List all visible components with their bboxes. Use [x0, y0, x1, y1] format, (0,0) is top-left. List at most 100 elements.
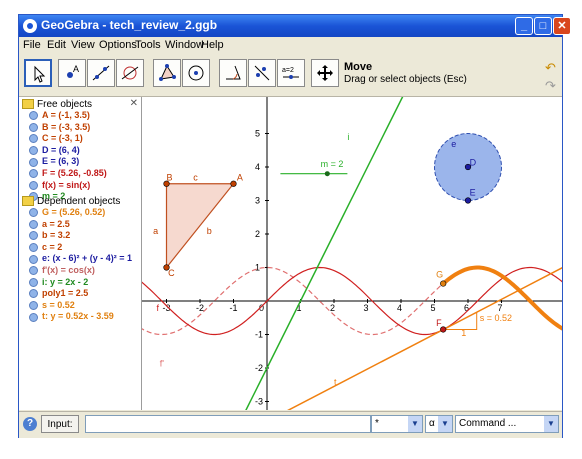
- free-objects-folder[interactable]: Free objects: [22, 99, 92, 110]
- algebra-item[interactable]: e: (x - 6)² + (y - 4)² = 1: [29, 253, 132, 264]
- visibility-toggle-icon[interactable]: [29, 266, 38, 276]
- circle-tool-button[interactable]: [182, 59, 210, 87]
- visibility-toggle-icon[interactable]: [29, 122, 38, 132]
- slider-icon: a=2: [282, 67, 299, 79]
- window-title: GeoGebra - tech_review_2.ggb: [41, 18, 218, 32]
- label-A: A: [237, 172, 243, 182]
- reflect-tool-button[interactable]: [248, 59, 276, 87]
- triangle-icon: [159, 64, 176, 81]
- active-tool-help: Drag or select objects (Esc): [344, 74, 467, 85]
- algebra-item[interactable]: A = (-1, 3.5): [29, 110, 90, 121]
- algebra-item-text: E = (6, 3): [42, 156, 80, 167]
- input-label-button[interactable]: Input:: [41, 415, 79, 433]
- menu-view[interactable]: View: [71, 39, 95, 51]
- algebra-view: ✕ Free objects A = (-1, 3.5) B = (-3, 3.5…: [19, 97, 142, 410]
- algebra-item[interactable]: s = 0.52: [29, 300, 75, 310]
- menu-edit[interactable]: Edit: [47, 39, 66, 51]
- dependent-objects-header: Dependent objects: [37, 196, 121, 207]
- move-arrows-icon: [317, 65, 333, 81]
- y-tick-label: 1: [255, 263, 260, 273]
- menu-window[interactable]: Window: [165, 39, 204, 51]
- move-view-tool-button[interactable]: [311, 59, 339, 87]
- algebra-item[interactable]: F = (5.26, -0.85): [29, 168, 107, 179]
- redo-icon[interactable]: ↷: [545, 78, 556, 94]
- x-tick-label: -1: [230, 303, 238, 313]
- input-field[interactable]: [85, 415, 371, 433]
- visibility-toggle-icon[interactable]: [29, 300, 38, 310]
- greek-combo[interactable]: α ▼: [425, 415, 453, 433]
- active-tool-title: Move: [344, 61, 373, 73]
- visibility-toggle-icon[interactable]: [29, 289, 38, 299]
- algebra-item[interactable]: B = (-3, 3.5): [29, 122, 90, 132]
- algebra-item[interactable]: t: y = 0.52x - 3.59: [29, 311, 114, 322]
- label-slope-s: s = 0.52: [480, 313, 512, 323]
- command-combo-value: Command ...: [459, 418, 517, 429]
- algebra-item[interactable]: C = (-3, 1): [29, 133, 83, 144]
- algebra-item[interactable]: D = (6, 4): [29, 145, 80, 155]
- visibility-toggle-icon[interactable]: [29, 145, 38, 155]
- label-fprime: f': [160, 358, 165, 368]
- title-bar: GeoGebra - tech_review_2.ggb _ □ ✕: [19, 15, 571, 37]
- help-icon[interactable]: ?: [23, 417, 37, 431]
- algebra-item[interactable]: f(x) = sin(x): [29, 180, 90, 190]
- visibility-toggle-icon[interactable]: [29, 231, 38, 241]
- graphics-canvas[interactable]: -3 -2 -1 0 1 2 3 4 5 6 754321-1-2-3m = 2ABCDEFGa bc…: [142, 97, 562, 410]
- algebra-item[interactable]: a = 2.5: [29, 219, 70, 229]
- graphics-view[interactable]: -3 -2 -1 0 1 2 3 4 5 6 7 5 4 3 2 1 -1 -2 -3 m = 2ABCDEFGabc…: [142, 97, 562, 410]
- y-tick-label: -1: [255, 330, 263, 340]
- x-tick-label: 7: [498, 303, 503, 313]
- x-tick-label: 5: [431, 303, 436, 313]
- visibility-toggle-icon[interactable]: [29, 254, 38, 264]
- visibility-toggle-icon[interactable]: [29, 134, 38, 144]
- label-a: a: [153, 226, 158, 236]
- menu-options[interactable]: Options: [99, 39, 137, 51]
- algebra-item[interactable]: poly1 = 2.5: [29, 288, 88, 299]
- symbol-combo[interactable]: * ▼: [371, 415, 423, 433]
- visibility-toggle-icon[interactable]: [29, 208, 38, 218]
- label-E: E: [470, 187, 476, 197]
- move-tool-button[interactable]: [24, 59, 52, 87]
- label-C: C: [168, 268, 175, 278]
- undo-icon[interactable]: ↶: [545, 60, 556, 76]
- free-objects-header: Free objects: [37, 99, 93, 110]
- minimize-button[interactable]: _: [515, 17, 533, 35]
- triangle-tool-button[interactable]: [153, 59, 181, 87]
- dependent-objects-folder[interactable]: Dependent objects: [22, 196, 120, 207]
- visibility-toggle-icon[interactable]: [29, 169, 38, 179]
- command-combo[interactable]: Command ... ▼: [455, 415, 559, 433]
- polygon-tool-button[interactable]: [116, 59, 144, 87]
- visibility-toggle-icon[interactable]: [29, 111, 38, 121]
- point-a[interactable]: [230, 180, 237, 187]
- perpendicular-icon: [121, 66, 139, 80]
- point-g[interactable]: [440, 280, 447, 287]
- slider-tool-button[interactable]: a=2: [277, 59, 305, 87]
- algebra-item[interactable]: E = (6, 3): [29, 156, 80, 167]
- triangle-poly1[interactable]: [165, 183, 235, 270]
- line-tool-button[interactable]: [87, 59, 115, 87]
- slider-m-handle[interactable]: [324, 171, 330, 177]
- algebra-item[interactable]: i: y = 2x - 2: [29, 277, 88, 287]
- menu-help[interactable]: Help: [201, 39, 224, 51]
- visibility-toggle-icon[interactable]: [29, 157, 38, 167]
- line-icon: [92, 65, 110, 81]
- label-i: i: [347, 132, 349, 142]
- algebra-item[interactable]: b = 3.2: [29, 230, 70, 241]
- visibility-toggle-icon[interactable]: [29, 180, 38, 190]
- point-e[interactable]: [464, 197, 472, 204]
- close-algebra-icon[interactable]: ✕: [130, 98, 138, 109]
- visibility-toggle-icon[interactable]: [29, 277, 38, 287]
- visibility-toggle-icon[interactable]: [29, 219, 38, 229]
- menu-file[interactable]: File: [23, 39, 41, 51]
- maximize-button[interactable]: □: [534, 17, 552, 35]
- close-button[interactable]: ✕: [553, 17, 571, 35]
- algebra-item[interactable]: c = 2: [29, 242, 62, 252]
- angle-tool-button[interactable]: [219, 59, 247, 87]
- svg-text:A: A: [73, 64, 79, 74]
- algebra-item[interactable]: f'(x) = cos(x): [29, 265, 95, 276]
- visibility-toggle-icon[interactable]: [29, 242, 38, 252]
- point-tool-button[interactable]: A: [58, 59, 86, 87]
- algebra-item[interactable]: G = (5.26, 0.52): [29, 207, 105, 218]
- visibility-toggle-icon[interactable]: [29, 312, 38, 322]
- angle-icon: [226, 65, 241, 80]
- menu-tools[interactable]: Tools: [135, 39, 161, 51]
